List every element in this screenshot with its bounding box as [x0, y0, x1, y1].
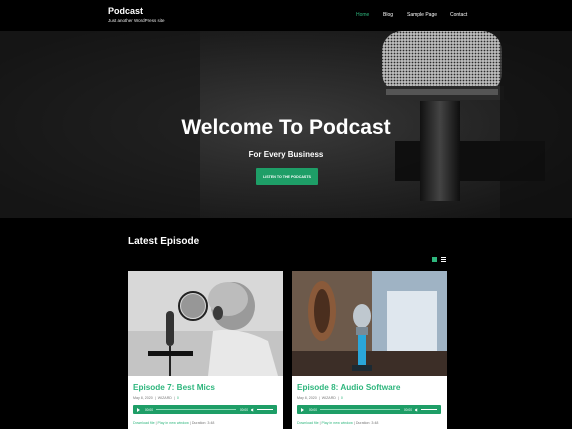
grid-view-icon[interactable] — [432, 257, 437, 262]
episode-comments[interactable]: 0 — [341, 396, 343, 400]
current-time: 00:00 — [145, 407, 153, 412]
latest-episodes-section: Latest Episode Episode 7: Best Mics May … — [32, 218, 542, 429]
play-new-window-link[interactable]: Play in new window — [322, 421, 353, 425]
episode-comments[interactable]: 0 — [177, 396, 179, 400]
volume-slider[interactable] — [421, 409, 437, 410]
list-view-icon[interactable] — [441, 257, 446, 262]
nav-item-home[interactable]: Home — [356, 12, 383, 18]
play-icon[interactable] — [137, 407, 140, 412]
section-title: Latest Episode — [128, 236, 200, 247]
download-file-link[interactable]: Download file — [297, 421, 319, 425]
episode-thumbnail-image[interactable] — [292, 271, 447, 376]
nav-item-blog[interactable]: Blog — [383, 12, 407, 18]
site-title[interactable]: Podcast — [108, 6, 143, 16]
episode-meta: May 8, 2020 | WIZARD | 0 — [133, 396, 179, 400]
episode-title[interactable]: Episode 8: Audio Software — [297, 383, 400, 392]
hero-banner: Welcome To Podcast For Every Business LI… — [0, 31, 572, 218]
episode-duration: Duration: 3:48 — [191, 421, 215, 425]
progress-bar[interactable] — [320, 409, 400, 410]
total-time: 00:00 — [404, 407, 412, 412]
audio-player: 00:00 00:00 — [297, 405, 441, 414]
episode-meta: May 8, 2020 | WIZARD | 0 — [297, 396, 343, 400]
episode-card: Episode 7: Best Mics May 8, 2020 | WIZAR… — [128, 271, 283, 429]
episode-links: Download file | Play in new window | Dur… — [133, 421, 215, 425]
site-header: Podcast Just another WordPress site Home… — [0, 0, 572, 31]
episode-duration: Duration: 3:48 — [355, 421, 379, 425]
episode-thumbnail-image[interactable] — [128, 271, 283, 376]
nav-item-contact[interactable]: Contact — [450, 12, 467, 18]
episode-category[interactable]: WIZARD — [322, 396, 336, 400]
episode-category[interactable]: WIZARD — [158, 396, 172, 400]
volume-slider[interactable] — [257, 409, 273, 410]
site-tagline: Just another WordPress site — [108, 18, 165, 23]
progress-bar[interactable] — [156, 409, 236, 410]
listen-to-podcasts-button[interactable]: LISTEN TO THE PODCASTS — [256, 168, 318, 185]
play-new-window-link[interactable]: Play in new window — [158, 421, 189, 425]
volume-icon[interactable] — [251, 407, 255, 412]
nav-item-sample-page[interactable]: Sample Page — [407, 12, 450, 18]
audio-player: 00:00 00:00 — [133, 405, 277, 414]
episode-title[interactable]: Episode 7: Best Mics — [133, 383, 215, 392]
episode-date: May 8, 2020 — [133, 396, 153, 400]
episode-links: Download file | Play in new window | Dur… — [297, 421, 379, 425]
total-time: 00:00 — [240, 407, 248, 412]
current-time: 00:00 — [309, 407, 317, 412]
volume-icon[interactable] — [415, 407, 419, 412]
hero-title: Welcome To Podcast — [181, 116, 391, 139]
episode-date: May 8, 2020 — [297, 396, 317, 400]
episode-card: Episode 8: Audio Software May 8, 2020 | … — [292, 271, 447, 429]
play-icon[interactable] — [301, 407, 304, 412]
download-file-link[interactable]: Download file — [133, 421, 155, 425]
hero-subtitle: For Every Business — [248, 150, 324, 159]
main-nav: Home Blog Sample Page Contact — [356, 12, 467, 18]
